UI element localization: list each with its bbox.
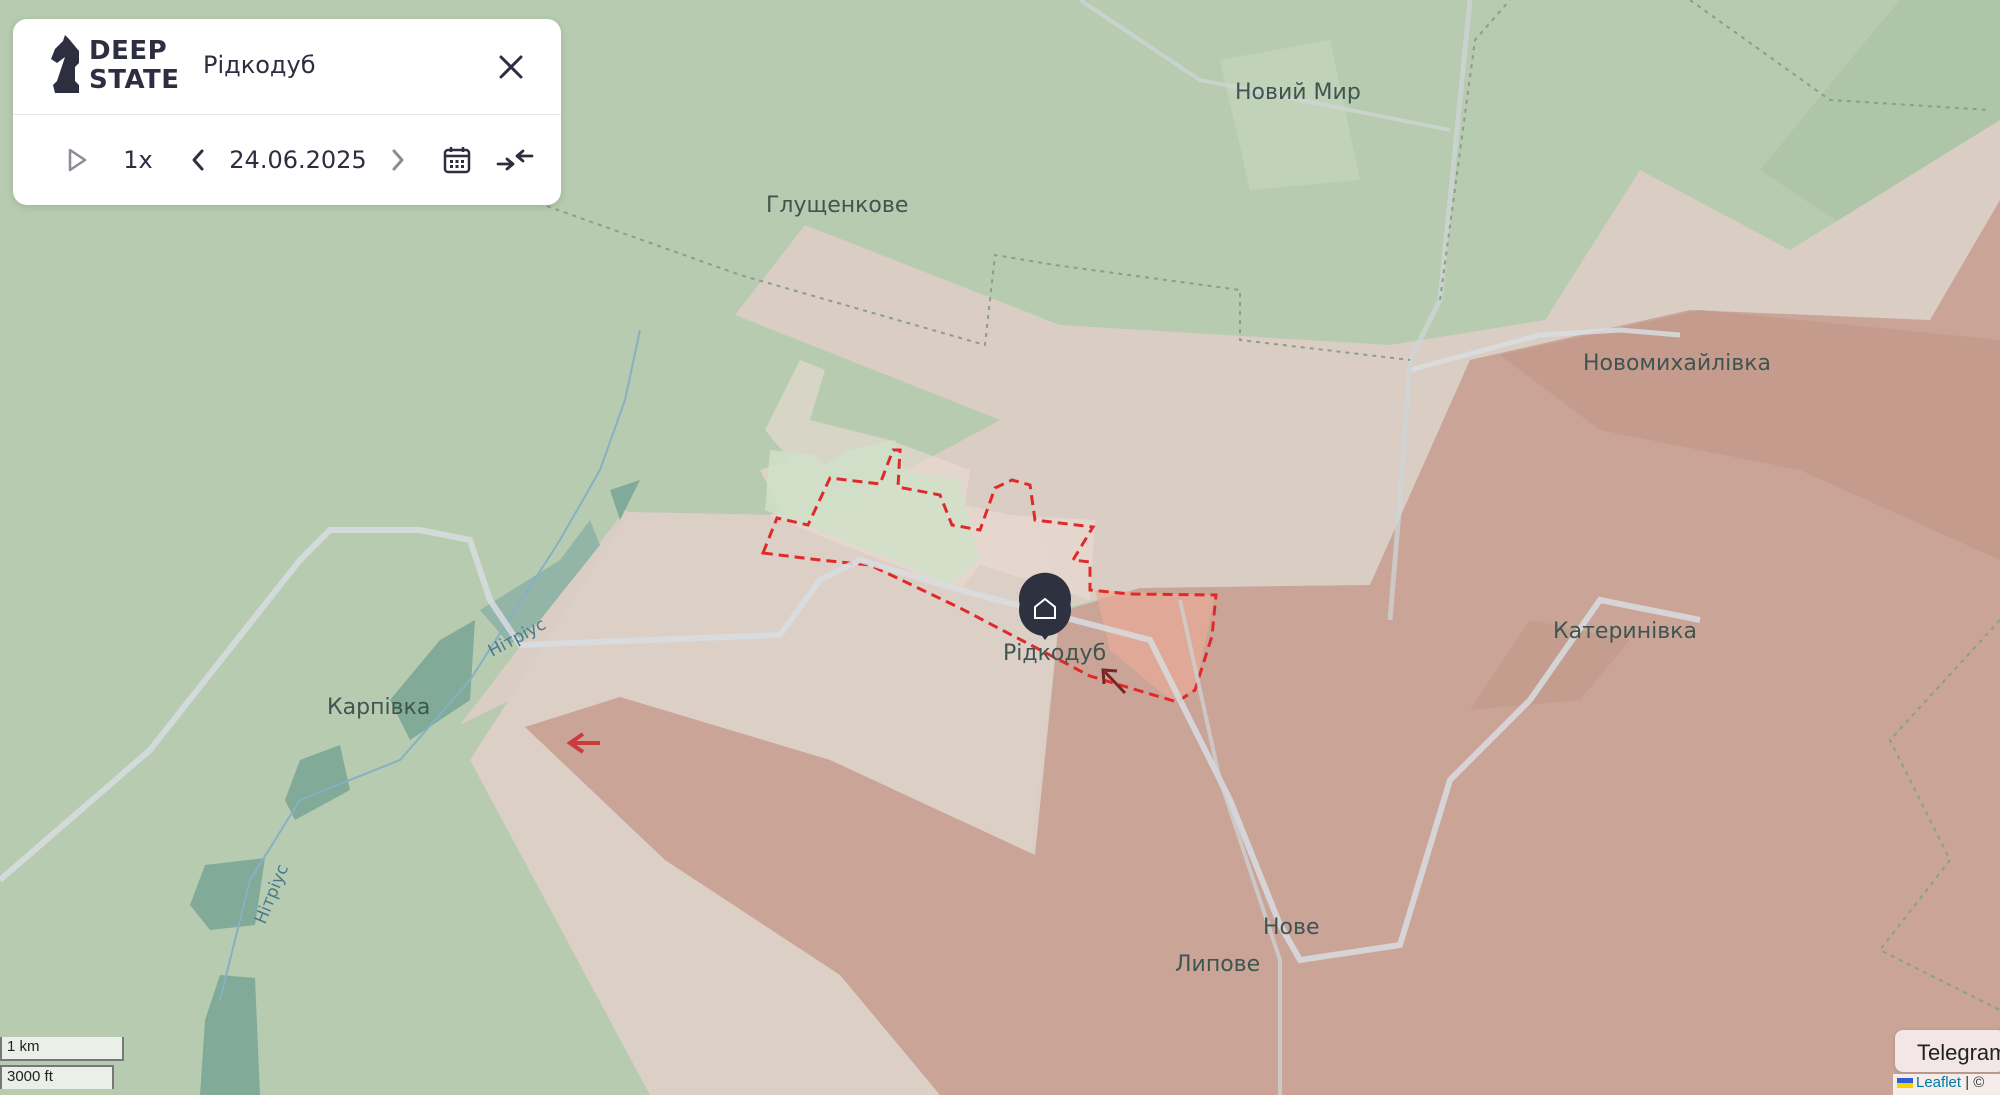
place-label: Карпівка xyxy=(327,695,430,720)
compare-button[interactable] xyxy=(491,137,539,183)
page-title: Рідкодуб xyxy=(203,51,316,79)
close-button[interactable] xyxy=(491,47,531,87)
telegram-button[interactable]: Telegram xyxy=(1895,1030,2000,1072)
scale-imperial: 3000 ft xyxy=(0,1065,114,1089)
speed-button[interactable]: 1x xyxy=(113,137,163,183)
chevron-right-icon xyxy=(392,149,404,171)
deepstate-logo[interactable]: DEEP STATE xyxy=(49,35,189,99)
ukraine-flag-icon xyxy=(1897,1078,1913,1089)
calendar-icon xyxy=(443,147,471,174)
logo-line-2: STATE xyxy=(89,65,180,95)
knight-icon xyxy=(51,35,79,93)
place-label: Глущенкове xyxy=(766,193,908,218)
date-display[interactable]: 24.06.2025 xyxy=(218,137,378,183)
place-label: Новомихайлівка xyxy=(1583,351,1771,376)
place-label: Новий Мир xyxy=(1235,80,1361,105)
leaflet-link[interactable]: Leaflet xyxy=(1916,1074,1961,1091)
play-icon xyxy=(68,148,87,172)
previous-date-button[interactable] xyxy=(180,137,216,183)
place-label: Нове xyxy=(1263,915,1320,940)
panel-header: DEEP STATE Рідкодуб xyxy=(13,19,561,115)
attribution-separator: | © xyxy=(1965,1074,1985,1091)
logo-line-1: DEEP xyxy=(89,36,168,66)
map-attribution: Leaflet | © xyxy=(1893,1074,2000,1095)
control-panel: DEEP STATE Рідкодуб 1x 24.06.2025 xyxy=(13,19,561,205)
place-label: Липове xyxy=(1175,952,1260,977)
play-button[interactable] xyxy=(57,137,97,183)
compare-arrows-icon xyxy=(496,149,534,171)
chevron-left-icon xyxy=(192,149,204,171)
timeline-controls: 1x 24.06.2025 xyxy=(13,115,561,205)
calendar-button[interactable] xyxy=(437,137,477,183)
scale-metric: 1 km xyxy=(0,1037,124,1061)
next-date-button[interactable] xyxy=(380,137,416,183)
close-icon xyxy=(499,55,523,79)
place-label: Рідкодуб xyxy=(1003,641,1106,666)
place-label: Катеринівка xyxy=(1553,619,1697,644)
